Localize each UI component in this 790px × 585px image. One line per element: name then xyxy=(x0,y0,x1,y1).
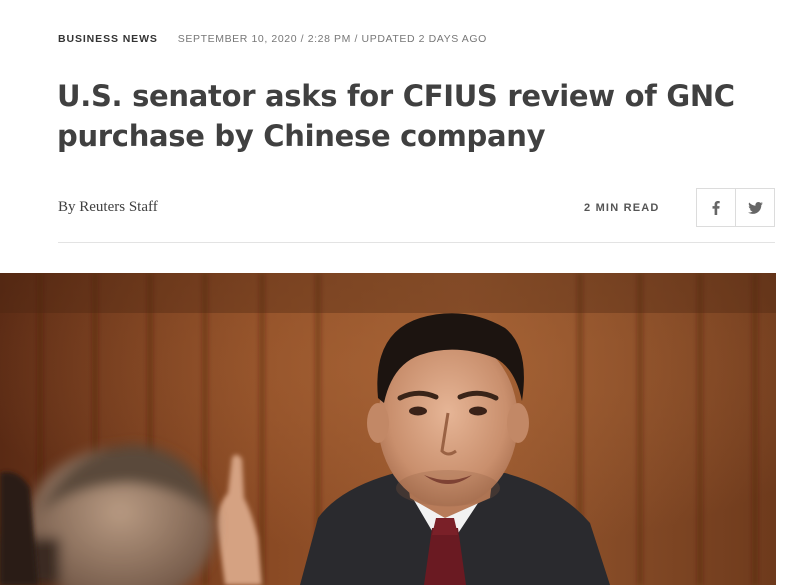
byline-author[interactable]: Reuters Staff xyxy=(79,199,157,215)
hero-image xyxy=(0,273,776,585)
byline-prefix: By xyxy=(58,199,76,215)
twitter-share-button[interactable] xyxy=(735,189,774,226)
article-page: BUSINESS NEWS SEPTEMBER 10, 2020 / 2:28 … xyxy=(0,0,790,585)
twitter-icon xyxy=(747,201,763,214)
header-divider xyxy=(58,242,775,243)
share-buttons xyxy=(696,188,775,227)
article-meta: BUSINESS NEWS SEPTEMBER 10, 2020 / 2:28 … xyxy=(58,33,487,45)
hero-photo xyxy=(0,273,776,585)
facebook-share-button[interactable] xyxy=(697,189,735,226)
read-time: 2 MIN READ xyxy=(584,202,660,214)
byline: By Reuters Staff xyxy=(58,199,158,216)
article-headline: U.S. senator asks for CFIUS review of GN… xyxy=(57,79,735,153)
article-timestamp: SEPTEMBER 10, 2020 / 2:28 PM / UPDATED 2… xyxy=(177,33,487,45)
facebook-icon xyxy=(712,200,720,215)
section-link[interactable]: BUSINESS NEWS xyxy=(58,33,158,45)
